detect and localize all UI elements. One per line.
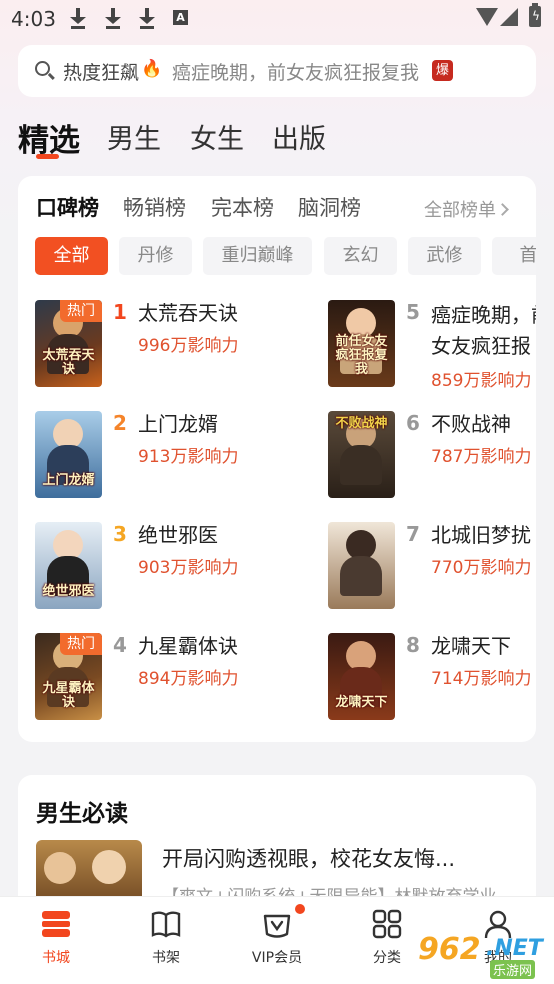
book-item[interactable]: 太荒吞天诀 热门 1 太荒吞天诀 996万影响力 (35, 300, 285, 390)
all-rankings-link[interactable]: 全部榜单 (424, 196, 509, 222)
tab-female[interactable]: 女生 (190, 117, 244, 156)
rank-number: 8 (406, 633, 420, 657)
chevron-right-icon (496, 203, 509, 216)
cover-title: 太荒吞天诀 (42, 348, 95, 377)
chip-return-peak[interactable]: 重归巅峰 (203, 237, 312, 275)
status-time: 4:03 (11, 7, 56, 31)
book-item[interactable]: 7 北城旧梦扰 770万影响力 (328, 522, 536, 612)
search-placeholder-query: 癌症晚期，前女友疯狂报复我 (172, 62, 420, 84)
watermark-sub: 乐游网 (490, 960, 536, 979)
cellular-signal-icon (500, 8, 518, 26)
book-cover: 上门龙婿 (35, 411, 102, 498)
genre-chips: 全部 丹修 重归巅峰 玄幻 武修 首 (35, 237, 536, 277)
book-cover: 绝世邪医 (35, 522, 102, 609)
flame-icon: 🔥 (141, 59, 163, 79)
cover-title: 绝世邪医 (42, 584, 95, 599)
tab-publishing[interactable]: 出版 (272, 117, 326, 156)
hot-tag: 热门 (60, 300, 102, 322)
watermark-net: .NET (486, 936, 543, 961)
book-item[interactable]: 前任女友疯狂报复我 5 癌症晚期，前 女友疯狂报 859万影响力 (328, 300, 536, 390)
book-cover: 九星霸体诀 热门 (35, 633, 102, 720)
all-rankings-label: 全部榜单 (424, 200, 496, 221)
search-icon (35, 61, 50, 76)
wifi-icon (476, 8, 498, 26)
rank-number: 2 (113, 411, 127, 435)
rank-tab-bestseller[interactable]: 畅销榜 (123, 192, 186, 222)
book-item[interactable]: 上门龙婿 2 上门龙婿 913万影响力 (35, 411, 285, 501)
rank-tab-reputation[interactable]: 口碑榜 (36, 192, 99, 222)
chip-fantasy[interactable]: 玄幻 (324, 237, 397, 275)
watermark-main: 962 (418, 932, 481, 967)
main-tabs: 精选 男生 女生 出版 (18, 112, 538, 162)
bookstore-icon (42, 911, 70, 937)
book-influence: 913万影响力 (138, 447, 239, 467)
nav-bookstore[interactable]: 书城 (1, 897, 111, 984)
cover-title: 九星霸体诀 (42, 681, 95, 710)
book-influence: 859万影响力 (431, 371, 532, 390)
book-title: 北城旧梦扰 (431, 523, 531, 547)
book-title: 太荒吞天诀 (138, 301, 238, 325)
active-tab-indicator (36, 154, 59, 159)
chip-martial[interactable]: 武修 (408, 237, 481, 275)
featured-book-title[interactable]: 开局闪购透视眼，校花女友悔... (162, 843, 455, 873)
search-bar[interactable]: 热度狂飙 🔥 癌症晚期，前女友疯狂报复我 爆 (18, 45, 536, 97)
book-cover (328, 522, 395, 609)
hot-tag: 热门 (60, 633, 102, 655)
chip-dan-xiu[interactable]: 丹修 (119, 237, 192, 275)
cover-title: 上门龙婿 (42, 473, 95, 488)
tab-male[interactable]: 男生 (107, 117, 161, 156)
book-open-icon (151, 911, 181, 938)
book-cover: 前任女友疯狂报复我 (328, 300, 395, 387)
rank-tab-completed[interactable]: 完本榜 (211, 192, 274, 222)
grid-icon (372, 909, 402, 939)
book-item[interactable]: 龙啸天下 8 龙啸天下 714万影响力 (328, 633, 536, 723)
watermark-logo: 962 .NET 乐游网 (414, 932, 546, 980)
notification-dot (295, 904, 305, 914)
rank-number: 4 (113, 633, 127, 657)
book-item[interactable]: 九星霸体诀 热门 4 九星霸体诀 894万影响力 (35, 633, 285, 723)
book-item[interactable]: 绝世邪医 3 绝世邪医 903万影响力 (35, 522, 285, 612)
book-title: 癌症晚期，前 女友疯狂报 (431, 303, 536, 358)
rank-number: 7 (406, 522, 420, 546)
book-influence: 714万影响力 (431, 669, 532, 689)
section-title: 男生必读 (36, 801, 128, 827)
nav-label: 书架 (152, 950, 180, 966)
book-title: 不败战神 (431, 412, 511, 436)
rank-number: 3 (113, 522, 127, 546)
book-title: 上门龙婿 (138, 412, 218, 436)
book-influence: 894万影响力 (138, 669, 239, 689)
book-title: 绝世邪医 (138, 523, 218, 547)
chip-all[interactable]: 全部 (35, 237, 108, 275)
search-hot-label: 热度狂飙 (63, 62, 140, 84)
nav-label: VIP会员 (251, 950, 303, 966)
vip-crown-icon (263, 914, 291, 938)
book-item[interactable]: 不败战神 6 不败战神 787万影响力 (328, 411, 536, 501)
book-title: 龙啸天下 (431, 634, 511, 658)
status-bar: 4:03 A ϟ (0, 0, 554, 38)
nav-bookshelf[interactable]: 书架 (111, 897, 221, 984)
rank-number: 5 (406, 300, 420, 324)
app-notification-icon: A (173, 10, 188, 25)
nav-label: 书城 (42, 950, 70, 966)
book-influence: 787万影响力 (431, 447, 532, 467)
book-cover: 不败战神 (328, 411, 395, 498)
book-cover: 龙啸天下 (328, 633, 395, 720)
rank-tab-creative[interactable]: 脑洞榜 (298, 192, 361, 222)
battery-icon: ϟ (529, 3, 541, 27)
book-influence: 770万影响力 (431, 558, 532, 578)
cover-title: 龙啸天下 (335, 695, 388, 710)
chip-more[interactable]: 首 (492, 237, 536, 275)
book-influence: 903万影响力 (138, 558, 239, 578)
nav-vip[interactable]: VIP会员 (222, 897, 332, 984)
rank-number: 1 (113, 300, 127, 324)
cover-title: 前任女友疯狂报复我 (335, 334, 388, 377)
book-influence: 996万影响力 (138, 336, 239, 356)
rank-number: 6 (406, 411, 420, 435)
cover-title: 不败战神 (335, 416, 388, 431)
book-cover: 太荒吞天诀 热门 (35, 300, 102, 387)
book-title: 九星霸体诀 (138, 634, 238, 658)
hot-badge: 爆 (432, 60, 453, 81)
